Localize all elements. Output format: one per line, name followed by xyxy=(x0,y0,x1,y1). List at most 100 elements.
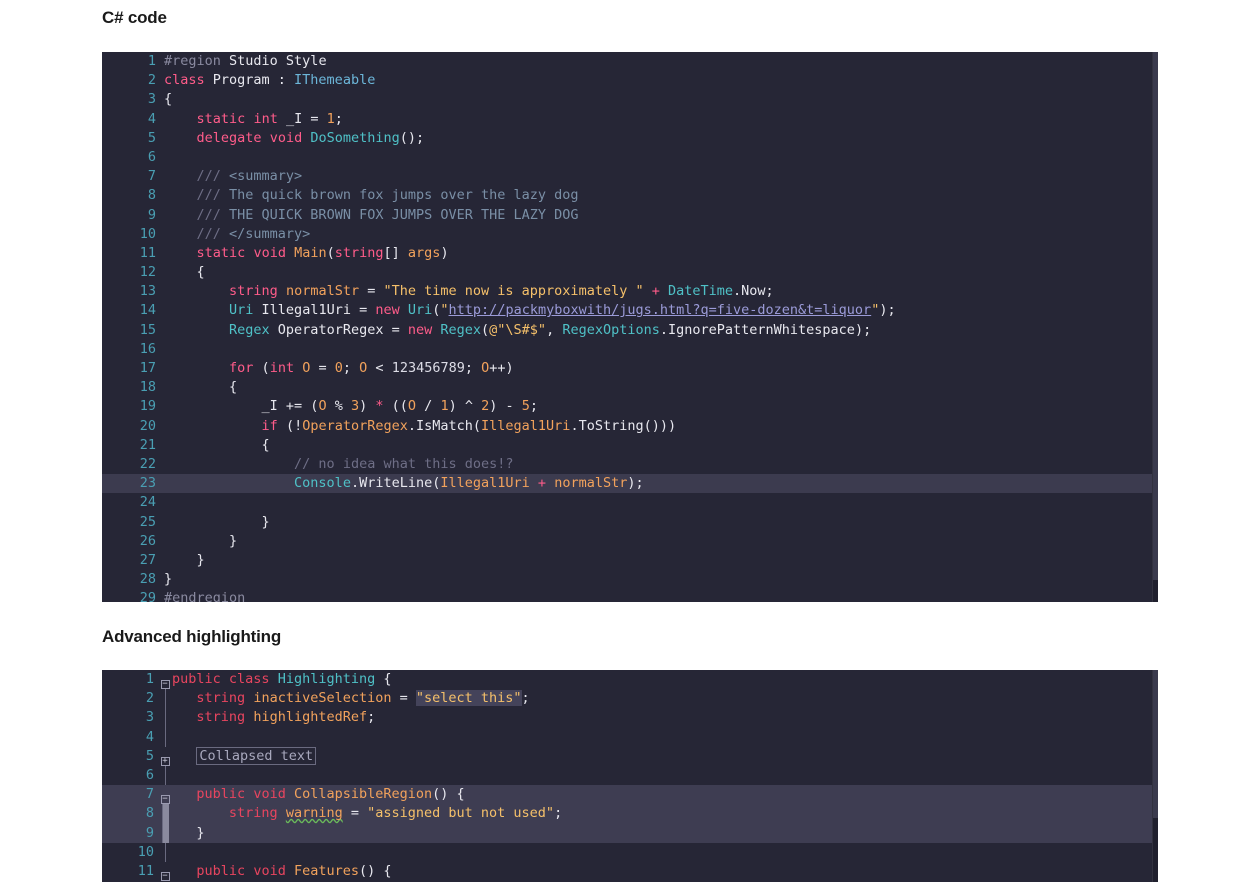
code-line[interactable]: 1 #region Studio Style xyxy=(102,52,1158,71)
line-content[interactable]: delegate void DoSomething(); xyxy=(164,130,425,146)
line-number: 1 xyxy=(147,53,156,69)
line-content[interactable]: public class Highlighting { xyxy=(172,671,392,687)
code-line[interactable]: 1− public class Highlighting { xyxy=(102,670,1158,689)
fold-minus-icon[interactable]: − xyxy=(158,670,172,689)
code-line[interactable]: 11 static void Main(string[] args) xyxy=(102,244,1158,263)
code-line[interactable]: 24 xyxy=(102,493,1158,512)
code-line[interactable]: 8 /// The quick brown fox jumps over the… xyxy=(102,186,1158,205)
line-number: 3 xyxy=(145,709,154,726)
code-line[interactable]: 7 /// <summary> xyxy=(102,167,1158,186)
line-content[interactable]: public void Features() { xyxy=(172,863,391,879)
code-line[interactable]: 12 { xyxy=(102,263,1158,282)
line-content[interactable]: #region Studio Style xyxy=(164,53,327,69)
line-content[interactable]: static void Main(string[] args) xyxy=(164,245,449,261)
code-line[interactable]: 2 class Program : IThemeable xyxy=(102,71,1158,90)
line-content[interactable]: { xyxy=(164,264,205,280)
fold-minus-icon[interactable]: − xyxy=(158,862,172,881)
scrollbar-thumb[interactable] xyxy=(1153,670,1158,819)
code-lines-advanced[interactable]: 1− public class Highlighting { 2 string i… xyxy=(102,670,1158,881)
code-line[interactable]: 3{ xyxy=(102,90,1158,109)
line-content[interactable]: Uri Illegal1Uri = new Uri("http://packmy… xyxy=(164,302,896,318)
line-content[interactable]: } xyxy=(172,825,204,841)
line-content[interactable]: _I += (O % 3) * ((O / 1) ^ 2) - 5; xyxy=(164,398,539,414)
line-content[interactable]: } xyxy=(164,571,172,587)
code-line[interactable]: 16 xyxy=(102,340,1158,359)
line-content[interactable]: { xyxy=(164,379,237,395)
line-content[interactable]: #endregion xyxy=(164,590,245,602)
line-number: 8 xyxy=(147,187,156,204)
line-content[interactable]: { xyxy=(164,437,270,453)
line-content[interactable]: public void CollapsibleRegion() { xyxy=(172,786,464,802)
code-line[interactable]: 6 xyxy=(102,148,1158,167)
line-content[interactable]: /// THE QUICK BROWN FOX JUMPS OVER THE L… xyxy=(164,207,579,223)
code-line[interactable]: 3 string highlightedRef; xyxy=(102,708,1158,728)
line-content[interactable]: Regex OperatorRegex = new Regex(@"\S#$",… xyxy=(164,322,871,338)
code-line[interactable]: 15 Regex OperatorRegex = new Regex(@"\S#… xyxy=(102,321,1158,340)
code-line[interactable]: 10 /// </summary> xyxy=(102,225,1158,244)
code-block-advanced[interactable]: 1− public class Highlighting { 2 string i… xyxy=(102,670,1158,882)
line-content[interactable]: Console.WriteLine(Illegal1Uri + normalSt… xyxy=(164,475,644,491)
code-line[interactable]: 5 delegate void DoSomething(); xyxy=(102,129,1158,148)
code-line[interactable]: 5 + Collapsed text xyxy=(102,746,1158,766)
line-content[interactable]: string normalStr = "The time now is appr… xyxy=(164,283,774,299)
line-content[interactable]: { xyxy=(164,91,172,107)
code-line-current[interactable]: 23 Console.WriteLine(Illegal1Uri + norma… xyxy=(102,474,1158,494)
fold-plus-icon[interactable]: + xyxy=(158,747,172,766)
line-content[interactable]: } xyxy=(164,533,237,549)
code-line[interactable]: 4 xyxy=(102,727,1158,747)
vertical-scrollbar[interactable] xyxy=(1152,670,1158,882)
code-line[interactable]: 22 // no idea what this does!? xyxy=(102,455,1158,474)
code-line-region[interactable]: 7− public void CollapsibleRegion() { xyxy=(102,785,1158,805)
code-line[interactable]: 25 } xyxy=(102,513,1158,532)
code-line-region[interactable]: 8 string warning = "assigned but not use… xyxy=(102,804,1158,824)
code-line[interactable]: 6 xyxy=(102,765,1158,786)
code-line-region[interactable]: 9 } xyxy=(102,823,1158,843)
line-number: 4 xyxy=(145,728,154,745)
collapsed-text-placeholder[interactable]: Collapsed text xyxy=(196,746,317,765)
code-line[interactable]: 20 if (!OperatorRegex.IsMatch(Illegal1Ur… xyxy=(102,417,1158,436)
line-number: 26 xyxy=(139,532,156,549)
line-content[interactable]: static int _I = 1; xyxy=(164,111,343,127)
line-content[interactable]: if (!OperatorRegex.IsMatch(Illegal1Uri.T… xyxy=(164,418,677,434)
line-content[interactable]: /// The quick brown fox jumps over the l… xyxy=(164,187,579,203)
code-line[interactable]: 27 } xyxy=(102,551,1158,570)
code-line[interactable]: 17 for (int O = 0; O < 123456789; O++) xyxy=(102,359,1158,378)
code-line[interactable]: 10 xyxy=(102,842,1158,862)
code-line[interactable]: 11− public void Features() { xyxy=(102,862,1158,881)
code-line[interactable]: 13 string normalStr = "The time now is a… xyxy=(102,282,1158,301)
code-line[interactable]: 4 static int _I = 1; xyxy=(102,110,1158,129)
line-number: 29 xyxy=(139,590,156,602)
line-content[interactable]: // no idea what this does!? xyxy=(164,456,513,472)
code-block-csharp[interactable]: 1 #region Studio Style 2 class Program : I… xyxy=(102,52,1158,602)
code-line[interactable]: 21 { xyxy=(102,436,1158,455)
fold-guide-icon xyxy=(158,708,172,728)
line-content[interactable]: string warning = "assigned but not used"… xyxy=(172,805,562,821)
code-line[interactable]: 19 _I += (O % 3) * ((O / 1) ^ 2) - 5; xyxy=(102,397,1158,416)
code-line[interactable]: 14 Uri Illegal1Uri = new Uri("http://pac… xyxy=(102,301,1158,320)
line-number: 11 xyxy=(137,862,154,879)
line-number: 2 xyxy=(145,690,154,707)
line-number: 9 xyxy=(145,824,154,841)
fold-guide-icon xyxy=(158,689,172,709)
line-content[interactable]: /// </summary> xyxy=(164,226,311,242)
code-line[interactable]: 18 { xyxy=(102,378,1158,397)
scrollbar-thumb[interactable] xyxy=(1153,52,1158,580)
vertical-scrollbar[interactable] xyxy=(1152,52,1158,602)
line-content[interactable]: class Program : IThemeable xyxy=(164,72,375,88)
line-content[interactable]: Collapsed text xyxy=(172,746,317,765)
line-content[interactable]: } xyxy=(164,552,205,568)
line-number: 8 xyxy=(145,805,154,822)
code-line[interactable]: 9 /// THE QUICK BROWN FOX JUMPS OVER THE… xyxy=(102,206,1158,225)
code-line[interactable]: 26 } xyxy=(102,532,1158,551)
line-content[interactable]: for (int O = 0; O < 123456789; O++) xyxy=(164,360,514,376)
line-content[interactable]: string inactiveSelection = "select this"… xyxy=(172,690,530,707)
line-content[interactable]: } xyxy=(164,514,270,530)
line-number: 15 xyxy=(139,321,156,338)
line-content[interactable]: /// <summary> xyxy=(164,168,303,184)
code-lines-csharp[interactable]: 1 #region Studio Style 2 class Program : I… xyxy=(102,52,1158,602)
code-line[interactable]: 2 string inactiveSelection = "select thi… xyxy=(102,689,1158,709)
fold-minus-active-icon[interactable]: − xyxy=(158,785,172,805)
code-line[interactable]: 29 #endregion xyxy=(102,589,1158,602)
line-content[interactable]: string highlightedRef; xyxy=(172,709,375,725)
code-line[interactable]: 28} xyxy=(102,570,1158,589)
